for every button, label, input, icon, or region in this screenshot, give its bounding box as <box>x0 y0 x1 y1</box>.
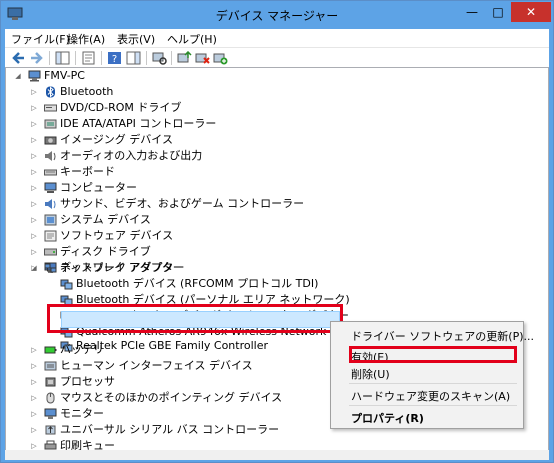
expand-arrow-icon[interactable]: ▷ <box>30 148 38 164</box>
camera-icon <box>44 136 57 145</box>
toolbar-separator <box>101 51 102 65</box>
disk-drive-icon <box>44 248 57 256</box>
context-uninstall[interactable]: 削除(U) <box>351 366 390 382</box>
hid-icon <box>44 361 57 371</box>
tree-device-label: Bluetooth デバイス (RFCOMM プロトコル TDI) <box>76 277 319 290</box>
processor-icon <box>45 377 56 387</box>
title-bar[interactable]: デバイス マネージャー — □ ✕ <box>1 1 553 29</box>
sound-icon <box>45 199 56 209</box>
status-bar <box>5 450 549 460</box>
toolbar-separator <box>49 51 50 65</box>
expand-arrow-icon[interactable]: ▷ <box>30 100 38 116</box>
tree-category-label: ユニバーサル シリアル バス コントローラー <box>60 423 280 436</box>
context-scan-hardware[interactable]: ハードウェア変更のスキャン(A) <box>351 388 510 404</box>
expand-arrow-icon[interactable]: ▷ <box>30 84 38 100</box>
toolbar-separator <box>75 51 76 65</box>
software-device-icon <box>44 230 57 242</box>
update-driver-icon[interactable] <box>177 51 192 65</box>
toolbar: ? <box>5 47 549 68</box>
toolbar-separator <box>146 51 147 65</box>
computer-icon <box>44 182 57 193</box>
net-device-icon <box>60 279 73 290</box>
bluetooth-icon <box>46 86 55 98</box>
expand-arrow-icon[interactable]: ▷ <box>30 164 38 180</box>
scan-hardware-icon[interactable] <box>152 51 167 65</box>
console-tree-icon[interactable] <box>55 51 70 65</box>
tree-category-label: ヒューマン インターフェイス デバイス <box>60 359 253 372</box>
expand-arrow-icon[interactable]: ▷ <box>30 132 38 148</box>
tree-category-label: ソフトウェア デバイス <box>60 229 174 242</box>
annotation-highlight-device <box>47 304 343 333</box>
annotation-highlight-enable <box>349 346 517 363</box>
collapse-arrow-icon[interactable]: ◢ <box>14 68 22 84</box>
svg-text:?: ? <box>112 54 117 65</box>
back-arrow-icon[interactable] <box>11 51 26 65</box>
usb-icon <box>45 425 56 435</box>
tree-category-label: コンピューター <box>60 181 137 194</box>
keyboard-icon <box>44 169 57 176</box>
context-separator <box>349 405 517 406</box>
tree-category-label: マウスとそのほかのポインティング デバイス <box>60 391 283 404</box>
computer-icon <box>28 70 41 82</box>
tree-category-label: DVD/CD-ROM ドライブ <box>60 101 182 114</box>
dvd-drive-icon <box>44 104 57 112</box>
context-properties[interactable]: プロパティ(R) <box>351 410 424 426</box>
help-icon[interactable]: ? <box>107 51 122 65</box>
tree-category-label: モニター <box>60 407 104 420</box>
maximize-button[interactable]: □ <box>485 2 511 22</box>
expand-arrow-icon[interactable]: ▷ <box>30 390 38 406</box>
properties-sheet-icon[interactable] <box>81 51 96 65</box>
network-adapter-icon <box>44 263 57 273</box>
system-device-icon <box>44 214 57 226</box>
forward-arrow-icon[interactable] <box>29 51 44 65</box>
battery-icon <box>44 346 57 354</box>
tree-category-label: オーディオの入力および出力 <box>60 149 203 162</box>
tree-category-label: サウンド、ビデオ、およびゲーム コントローラー <box>60 197 305 210</box>
context-separator <box>349 383 517 384</box>
expand-arrow-icon[interactable]: ▷ <box>30 244 38 260</box>
tree-category-label: ディスク ドライブ <box>60 245 151 258</box>
expand-arrow-icon[interactable]: ▷ <box>30 422 38 438</box>
enable-device-icon[interactable] <box>213 51 228 65</box>
tree-category-label: イメージング デバイス <box>60 133 173 146</box>
menu-view[interactable]: 表示(V) <box>117 31 155 47</box>
context-menu: ドライバー ソフトウェアの更新(P)... 有効(E) 削除(U) ハードウェア… <box>330 321 534 429</box>
device-manager-window: デバイス マネージャー — □ ✕ ファイル(F) 操作(A) 表示(V) ヘル… <box>0 0 554 463</box>
tree-root-label: FMV-PC <box>44 69 85 82</box>
tree-category-label: Bluetooth <box>60 85 114 98</box>
menu-file[interactable]: ファイル(F) <box>11 31 70 47</box>
expand-arrow-icon[interactable]: ▷ <box>30 406 38 422</box>
expand-arrow-icon[interactable]: ▷ <box>30 342 38 358</box>
ide-controller-icon <box>44 119 57 129</box>
expand-arrow-icon[interactable]: ▷ <box>30 358 38 374</box>
expand-arrow-icon[interactable]: ▷ <box>30 212 38 228</box>
tree-category-label: プロセッサ <box>60 375 115 388</box>
expand-arrow-icon[interactable]: ▷ <box>30 374 38 390</box>
tree-category-label: ネットワーク アダプター <box>60 261 185 274</box>
tree-category-label: キーボード <box>60 165 115 178</box>
monitor-icon <box>44 408 57 419</box>
expand-arrow-icon[interactable]: ▷ <box>30 196 38 212</box>
close-button[interactable]: ✕ <box>511 2 551 22</box>
tree-device-label: Realtek PCIe GBE Family Controller <box>76 339 269 352</box>
tree-category-label: システム デバイス <box>60 213 151 226</box>
mouse-icon <box>46 392 55 404</box>
expand-arrow-icon[interactable]: ▷ <box>30 228 38 244</box>
toolbar-separator <box>171 51 172 65</box>
expand-arrow-icon[interactable]: ▷ <box>30 180 38 196</box>
speaker-icon <box>45 151 56 161</box>
menu-help[interactable]: ヘルプ(H) <box>167 31 217 47</box>
tree-category-label: バッテリ <box>60 343 104 356</box>
menu-bar: ファイル(F) 操作(A) 表示(V) ヘルプ(H) <box>5 29 549 47</box>
action-pane-icon[interactable] <box>126 51 141 65</box>
context-update-driver[interactable]: ドライバー ソフトウェアの更新(P)... <box>351 328 534 344</box>
uninstall-device-icon[interactable] <box>195 51 210 65</box>
expand-arrow-icon[interactable]: ▷ <box>30 116 38 132</box>
menu-action[interactable]: 操作(A) <box>67 31 105 47</box>
tree-category-label: IDE ATA/ATAPI コントローラー <box>60 117 217 130</box>
minimize-button[interactable]: — <box>459 2 485 22</box>
collapse-arrow-icon[interactable]: ◢ <box>30 260 38 276</box>
